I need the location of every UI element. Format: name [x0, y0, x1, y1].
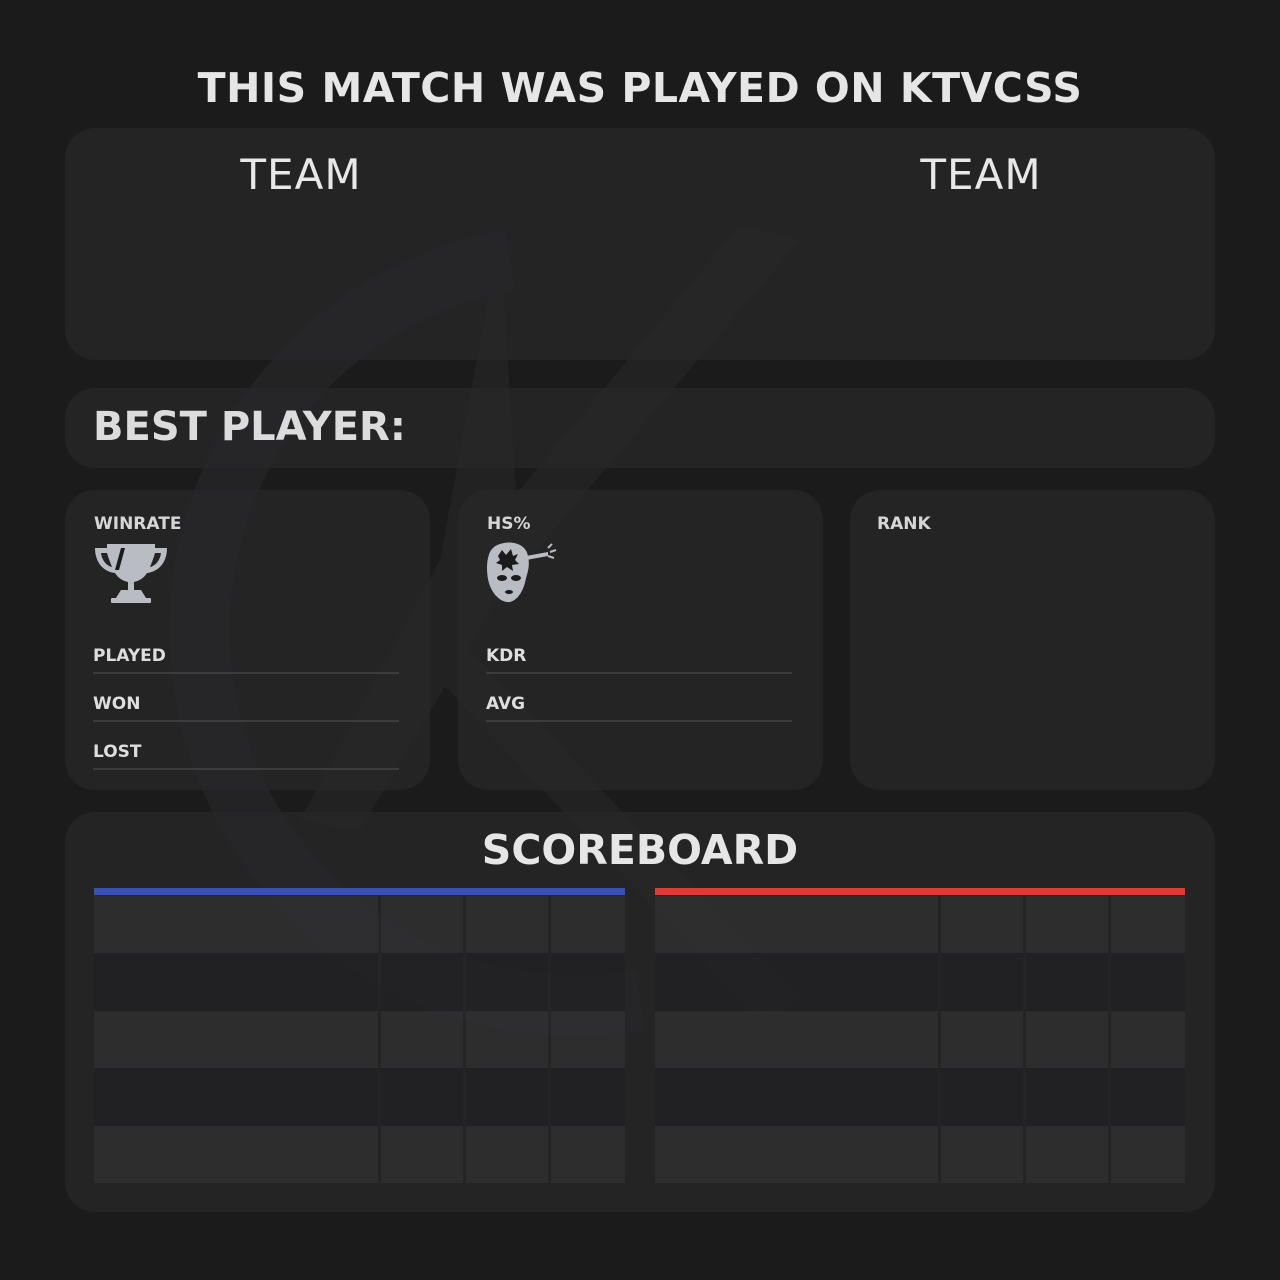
best-player-label: BEST PLAYER: [93, 404, 406, 450]
stat-cell [381, 1125, 463, 1183]
stat-cell [551, 896, 625, 954]
stat-cell [1026, 1010, 1108, 1069]
stat-cell [466, 1010, 548, 1069]
player-cell [94, 1068, 378, 1126]
winrate-card: WINRATE PLAYED WON LOST [65, 490, 430, 790]
scoreboard-row [94, 896, 625, 954]
stat-cell [1111, 953, 1185, 1011]
page-title: THIS MATCH WAS PLAYED ON KTVCSS [197, 64, 1083, 112]
scoreboard-row [94, 953, 625, 1011]
stat-cell [381, 1010, 463, 1069]
scoreboard-row [655, 896, 1185, 954]
played-row: PLAYED [93, 642, 399, 674]
stat-cell [1026, 1068, 1108, 1126]
hs-label: HS% [487, 514, 531, 534]
player-cell [94, 1010, 378, 1069]
lost-label: LOST [93, 742, 142, 762]
team-right-color-bar [655, 888, 1185, 895]
team-right-name: TEAM [920, 150, 1042, 199]
scoreboard-title: SCOREBOARD [481, 826, 799, 874]
stat-cell [941, 1068, 1023, 1126]
best-player-panel: BEST PLAYER: [65, 388, 1215, 468]
stat-cell [381, 896, 463, 954]
stat-cell [466, 953, 548, 1011]
won-label: WON [93, 694, 141, 714]
avg-row: AVG [486, 690, 792, 722]
player-cell [94, 896, 378, 954]
winrate-label: WINRATE [94, 514, 182, 534]
player-cell [655, 1125, 938, 1183]
scoreboard-row [655, 1010, 1185, 1069]
lost-row: LOST [93, 738, 399, 770]
stat-cell [1026, 953, 1108, 1011]
scoreboard-row [94, 1010, 625, 1069]
stat-cell [1111, 1125, 1185, 1183]
stat-cell [1111, 1068, 1185, 1126]
stat-cell [1111, 896, 1185, 954]
stat-cell [1026, 896, 1108, 954]
rank-label: RANK [877, 514, 931, 534]
teams-panel: TEAM TEAM [65, 128, 1215, 360]
stat-cell [381, 953, 463, 1011]
scoreboard-row [94, 1125, 625, 1183]
won-row: WON [93, 690, 399, 722]
stat-cell [1026, 1125, 1108, 1183]
team-left-name: TEAM [240, 150, 362, 199]
player-cell [655, 1010, 938, 1069]
stat-cell [551, 1125, 625, 1183]
player-cell [655, 896, 938, 954]
stat-cell [551, 1010, 625, 1069]
hs-card: HS% KDR AVG [458, 490, 823, 790]
stat-cell [941, 953, 1023, 1011]
stat-cell [381, 1068, 463, 1126]
avg-label: AVG [486, 694, 526, 714]
player-cell [655, 953, 938, 1011]
scoreboard-row [94, 1068, 625, 1126]
played-label: PLAYED [93, 646, 166, 666]
stat-cell [941, 1125, 1023, 1183]
player-cell [94, 953, 378, 1011]
stat-cell [466, 1125, 548, 1183]
stat-cell [941, 1010, 1023, 1069]
scoreboard-row [655, 953, 1185, 1011]
team-left-color-bar [94, 888, 625, 895]
scoreboard-panel: SCOREBOARD [65, 812, 1215, 1212]
player-cell [94, 1125, 378, 1183]
stat-cell [551, 1068, 625, 1126]
stat-cell [551, 953, 625, 1011]
rank-card: RANK [850, 490, 1215, 790]
trophy-icon [93, 540, 169, 610]
scoreboard-row [655, 1068, 1185, 1126]
kdr-row: KDR [486, 642, 792, 674]
stat-cell [466, 896, 548, 954]
scoreboard-right-table [655, 896, 1185, 1183]
stat-cell [1111, 1010, 1185, 1069]
scoreboard-left-table [94, 896, 625, 1183]
kdr-label: KDR [486, 646, 527, 666]
stat-cell [466, 1068, 548, 1126]
headshot-mask-icon [486, 540, 562, 610]
scoreboard-row [655, 1125, 1185, 1183]
stat-cell [941, 896, 1023, 954]
player-cell [655, 1068, 938, 1126]
